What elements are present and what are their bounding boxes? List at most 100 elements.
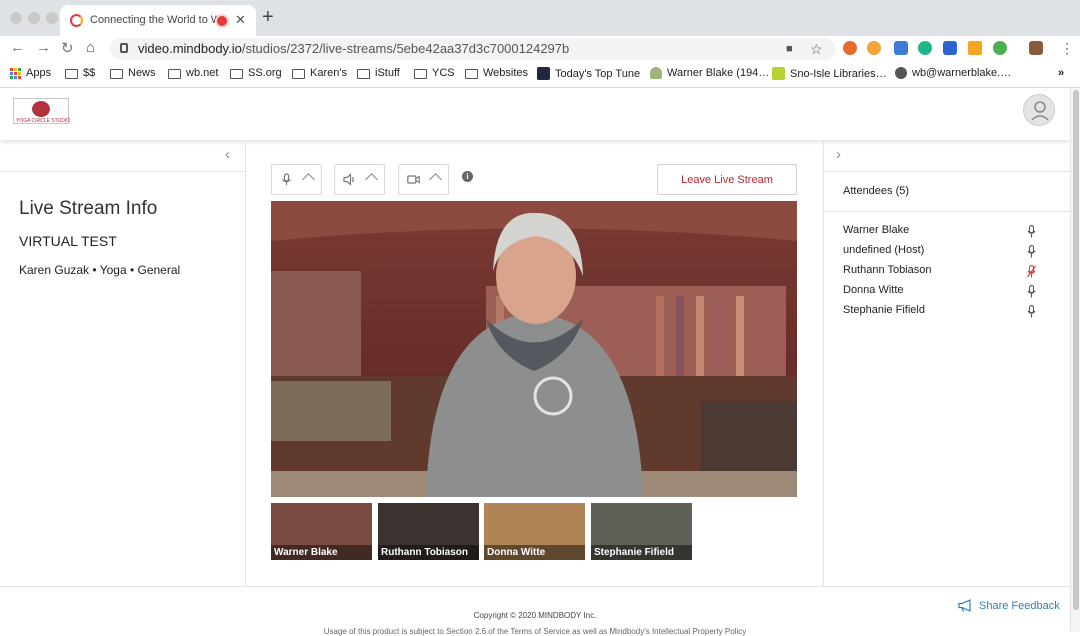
attendee-list: Warner Blake undefined (Host) Ruthann To… xyxy=(843,224,1043,324)
extension-6-icon[interactable] xyxy=(968,41,982,55)
speaker-control[interactable] xyxy=(334,164,385,195)
folder-icon xyxy=(465,69,478,79)
bookmarks-bar: Apps $$ News wb.net SS.org Karen's iStuf… xyxy=(0,62,1080,88)
page-footer: Copyright © 2020 MINDBODY Inc. Usage of … xyxy=(0,586,1070,636)
expand-right-panel-chevron-icon[interactable]: › xyxy=(836,146,841,163)
bookmark-link[interactable]: wb@warnerblake.… xyxy=(895,67,1011,79)
share-feedback-link[interactable]: Share Feedback xyxy=(958,599,1060,612)
participant-thumbnails: Warner Blake Ruthann Tobiason Donna Witt… xyxy=(271,503,797,560)
logo-text: YOGA CIRCLE STUDIO xyxy=(16,118,71,124)
info-icon[interactable]: i xyxy=(462,171,473,182)
forward-arrow-icon[interactable]: → xyxy=(36,39,51,56)
extension-3-icon[interactable] xyxy=(894,41,908,55)
chevron-up-icon[interactable] xyxy=(365,173,378,186)
attendee-name: Ruthann Tobiason xyxy=(843,264,932,276)
panel-title: Live Stream Info xyxy=(19,198,158,219)
microphone-icon xyxy=(1027,245,1036,258)
profile-avatar-icon[interactable] xyxy=(1029,41,1043,55)
main-video-feed xyxy=(271,201,797,497)
attendee-name: undefined (Host) xyxy=(843,244,925,256)
url-path: /studios/2372/live-streams/5ebe42aa37d3c… xyxy=(241,41,570,56)
minimize-window-button[interactable] xyxy=(28,12,40,24)
extension-1-icon[interactable] xyxy=(843,41,857,55)
browser-tab-strip: Connecting the World to W ✕ + xyxy=(0,0,1080,36)
zoom-window-button[interactable] xyxy=(46,12,58,24)
tab-close-icon[interactable]: ✕ xyxy=(235,5,246,35)
browser-menu-icon[interactable]: ⋮ xyxy=(1060,40,1074,57)
participant-name: Donna Witte xyxy=(484,545,585,560)
bookmark-folder[interactable]: YCS xyxy=(414,67,455,79)
close-window-button[interactable] xyxy=(10,12,22,24)
camera-icon[interactable]: ■ xyxy=(786,38,793,60)
attendee-name: Warner Blake xyxy=(843,224,910,236)
folder-icon xyxy=(168,69,181,79)
user-icon xyxy=(1031,101,1049,121)
browser-tab[interactable]: Connecting the World to W ✕ xyxy=(60,5,256,36)
address-bar[interactable]: video.mindbody.io/studios/2372/live-stre… xyxy=(110,38,836,60)
participant-thumbnail[interactable]: Donna Witte xyxy=(484,503,585,560)
folder-icon xyxy=(230,69,243,79)
participant-thumbnail[interactable]: Stephanie Fifield xyxy=(591,503,692,560)
home-icon[interactable]: ⌂ xyxy=(86,39,95,56)
video-camera-icon xyxy=(407,175,420,184)
attendees-panel: › Attendees (5) Warner Blake undefined (… xyxy=(823,140,1071,586)
folder-icon xyxy=(357,69,370,79)
attendee-row: undefined (Host) xyxy=(843,244,1043,264)
bookmarks-overflow[interactable]: » xyxy=(1058,67,1064,79)
bookmark-star-icon[interactable]: ☆ xyxy=(810,38,823,60)
bookmark-folder[interactable]: iStuff xyxy=(357,67,400,79)
attendee-row: Warner Blake xyxy=(843,224,1043,244)
tree-favicon-icon xyxy=(650,67,662,79)
tab-title: Connecting the World to W xyxy=(90,14,222,26)
studio-logo[interactable]: YOGA CIRCLE STUDIO xyxy=(13,98,71,124)
page-scrollbar[interactable] xyxy=(1070,88,1080,632)
extension-5-icon[interactable] xyxy=(943,41,957,55)
url-host: video.mindbody.io xyxy=(138,41,242,56)
recording-icon xyxy=(217,16,227,26)
grammarly-icon[interactable] xyxy=(918,41,932,55)
attendee-name: Donna Witte xyxy=(843,284,904,296)
microphone-icon xyxy=(1027,305,1036,318)
microphone-icon xyxy=(282,173,291,185)
new-tab-button[interactable]: + xyxy=(262,6,274,29)
chevron-up-icon[interactable] xyxy=(302,173,315,186)
bookmark-folder[interactable]: $$ xyxy=(65,67,95,79)
participant-thumbnail[interactable]: Ruthann Tobiason xyxy=(378,503,479,560)
library-favicon-icon xyxy=(772,67,785,80)
user-avatar[interactable] xyxy=(1023,94,1055,126)
scrollbar-thumb[interactable] xyxy=(1073,90,1079,610)
leave-live-stream-button[interactable]: Leave Live Stream xyxy=(657,164,797,195)
chevron-up-icon[interactable] xyxy=(429,173,442,186)
chrome-extension-icon[interactable] xyxy=(993,41,1007,55)
bookmark-folder[interactable]: Websites xyxy=(465,67,528,79)
bookmark-apps[interactable]: Apps xyxy=(10,67,51,79)
copyright-text: Copyright © 2020 MINDBODY Inc. xyxy=(473,611,597,620)
participant-name: Ruthann Tobiason xyxy=(378,545,479,560)
bookmark-folder[interactable]: SS.org xyxy=(230,67,282,79)
apps-grid-icon xyxy=(10,67,21,79)
collapse-left-panel-chevron-icon[interactable]: ‹ xyxy=(225,146,230,163)
bookmark-folder[interactable]: Karen's xyxy=(292,67,347,79)
globe-icon xyxy=(895,67,907,79)
mandala-logo-icon xyxy=(32,101,50,117)
extension-2-icon[interactable] xyxy=(867,41,881,55)
back-arrow-icon[interactable]: ← xyxy=(10,39,25,56)
camera-control[interactable] xyxy=(398,164,449,195)
bookmark-folder[interactable]: News xyxy=(110,67,156,79)
microphone-control[interactable] xyxy=(271,164,322,195)
lock-icon xyxy=(120,43,128,53)
megaphone-icon xyxy=(958,599,971,612)
reload-icon[interactable]: ↻ xyxy=(61,39,74,57)
folder-icon xyxy=(65,69,78,79)
bookmark-link[interactable]: Sno-Isle Libraries… xyxy=(772,67,887,80)
participant-thumbnail[interactable]: Warner Blake xyxy=(271,503,372,560)
left-panel-toolbar: ‹ xyxy=(0,140,246,172)
bookmark-link[interactable]: Warner Blake (194… xyxy=(650,67,769,79)
share-feedback-label: Share Feedback xyxy=(979,599,1060,612)
bookmark-link[interactable]: Today's Top Tune xyxy=(537,67,640,80)
attendee-row: Stephanie Fifield xyxy=(843,304,1043,324)
bookmark-folder[interactable]: wb.net xyxy=(168,67,218,79)
class-name: VIRTUAL TEST xyxy=(19,233,117,249)
participant-name: Stephanie Fifield xyxy=(591,545,692,560)
video-area: i Leave Live Stream Warner Blake Ruthann… xyxy=(246,140,823,586)
